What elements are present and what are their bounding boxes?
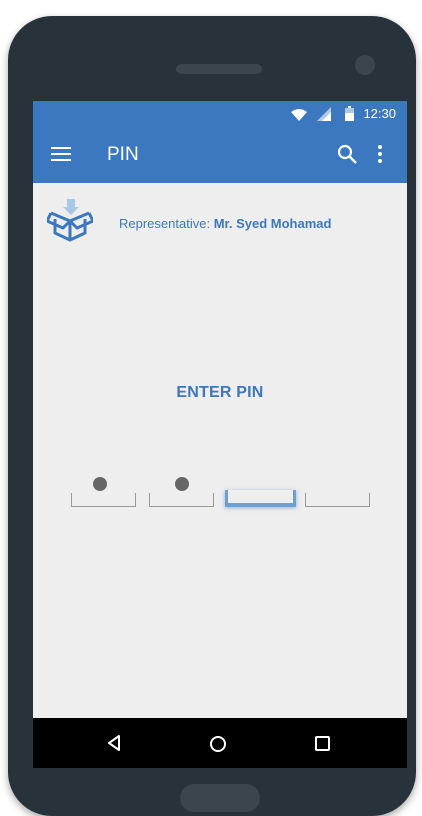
menu-icon[interactable] [51, 146, 71, 167]
battery-icon [345, 106, 354, 126]
pin-slot-underline [71, 493, 136, 507]
representative-row: Representative: Mr. Syed Mohamad [33, 183, 407, 253]
app-bar: PIN [33, 127, 407, 183]
pin-dot [175, 477, 189, 491]
representative-text: Representative: Mr. Syed Mohamad [119, 216, 331, 231]
pin-slot-4[interactable] [305, 471, 370, 507]
pin-slot-3[interactable] [225, 471, 296, 507]
representative-name: Mr. Syed Mohamad [213, 216, 332, 231]
back-triangle-icon[interactable] [107, 735, 121, 756]
pin-slot-2[interactable] [149, 471, 214, 507]
pin-slot-underline [149, 493, 214, 507]
home-circle-icon[interactable] [209, 735, 227, 758]
more-vert-icon[interactable] [377, 144, 383, 169]
status-time: 12:30 [363, 106, 396, 121]
status-bar: 12:30 [33, 101, 407, 127]
package-box-icon [45, 197, 95, 248]
enter-pin-heading: ENTER PIN [176, 384, 264, 401]
screen: 12:30 PIN Representative: Mr. Syed Moham… [33, 101, 407, 768]
pin-slot-underline [225, 490, 296, 507]
physical-home-button[interactable] [180, 784, 260, 812]
phone-camera [355, 55, 375, 75]
page-title: PIN [107, 144, 139, 165]
signal-icon [317, 107, 331, 126]
pin-slot-1[interactable] [71, 471, 136, 507]
recents-square-icon[interactable] [315, 736, 330, 756]
system-nav-bar [33, 718, 407, 768]
pin-slot-underline [305, 493, 370, 507]
phone-speaker [176, 64, 262, 74]
search-icon[interactable] [337, 144, 357, 169]
wifi-icon [291, 108, 307, 126]
phone-frame: 12:30 PIN Representative: Mr. Syed Moham… [8, 16, 416, 816]
pin-dot [93, 477, 107, 491]
representative-label: Representative: [119, 216, 211, 231]
